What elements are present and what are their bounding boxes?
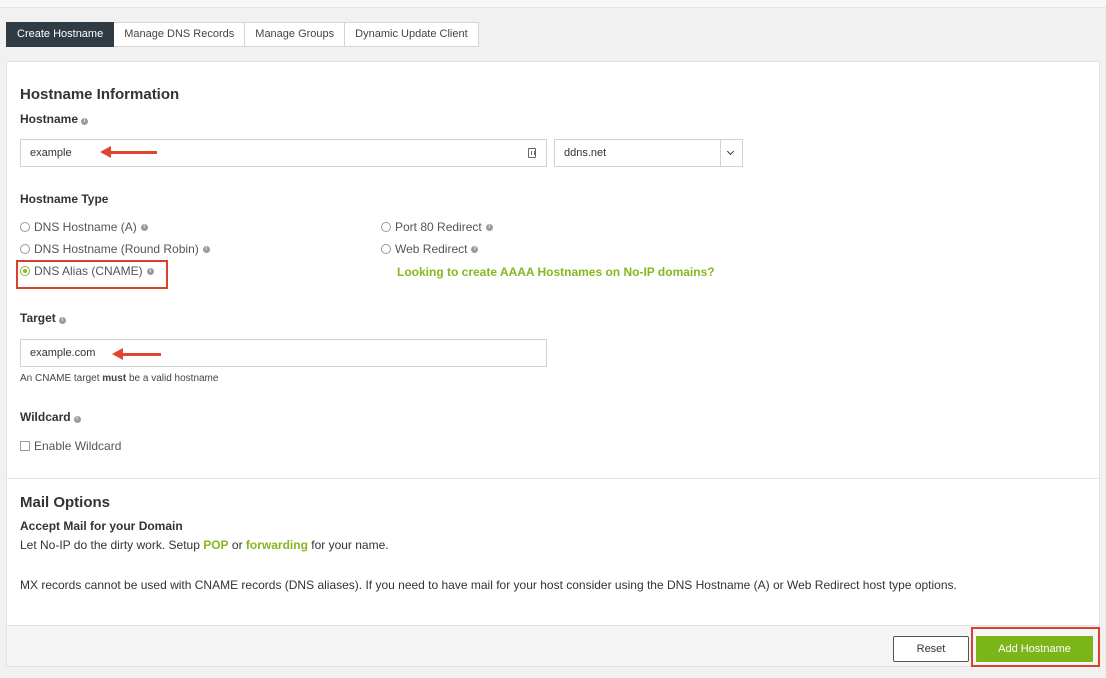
forwarding-link[interactable]: forwarding: [246, 538, 308, 552]
help-text-suffix: be a valid hostname: [126, 373, 219, 384]
domain-select[interactable]: ddns.net: [554, 139, 743, 167]
target-input[interactable]: example.com: [20, 339, 547, 367]
form-footer: Reset Add Hostname: [7, 625, 1099, 666]
red-arrow-annotation: [100, 146, 157, 158]
hostname-label-row: Hostname i: [20, 112, 89, 126]
enable-wildcard-label: Enable Wildcard: [34, 439, 122, 453]
radio-dns-hostname-a[interactable]: DNS Hostname (A) i: [20, 220, 148, 234]
create-hostname-panel: Hostname Information Hostname i example d…: [6, 61, 1100, 667]
contact-card-icon: [528, 148, 536, 158]
info-icon[interactable]: i: [485, 223, 493, 231]
hostname-information-heading: Hostname Information: [20, 86, 180, 103]
radio-label: DNS Hostname (A): [34, 220, 137, 234]
enable-wildcard-checkbox[interactable]: [20, 441, 30, 451]
mail-options-heading: Mail Options: [20, 494, 110, 511]
aaaa-hostnames-link[interactable]: Looking to create AAAA Hostnames on No-I…: [397, 265, 715, 279]
target-help-text: An CNAME target must be a valid hostname: [20, 373, 218, 384]
tab-create-hostname[interactable]: Create Hostname: [6, 22, 115, 47]
tab-manage-dns-records[interactable]: Manage DNS Records: [114, 22, 246, 47]
radio-button[interactable]: [20, 222, 30, 232]
accept-mail-subtitle: Accept Mail for your Domain: [20, 519, 183, 533]
enable-wildcard-checkbox-row[interactable]: Enable Wildcard: [20, 439, 121, 453]
info-icon[interactable]: i: [140, 223, 148, 231]
section-divider: [7, 478, 1099, 479]
mail-line-prefix: Let No-IP do the dirty work. Setup: [20, 538, 204, 552]
tab-bar: Create Hostname Manage DNS Records Manag…: [6, 22, 479, 47]
top-strip: [0, 0, 1106, 8]
mail-line-suffix: for your name.: [307, 538, 389, 552]
hostname-type-label: Hostname Type: [20, 192, 109, 206]
red-arrow-annotation: [112, 348, 161, 360]
tab-manage-groups[interactable]: Manage Groups: [245, 22, 346, 47]
domain-select-value: ddns.net: [564, 147, 607, 159]
target-input-value: example.com: [30, 347, 96, 359]
help-text-bold: must: [102, 373, 127, 384]
chevron-down-icon[interactable]: [720, 140, 742, 166]
radio-label: Port 80 Redirect: [395, 220, 482, 234]
radio-button[interactable]: [20, 244, 30, 254]
target-label-row: Target i: [20, 311, 66, 325]
radio-port-80-redirect[interactable]: Port 80 Redirect i: [381, 220, 493, 234]
mail-setup-line: Let No-IP do the dirty work. Setup POP o…: [20, 538, 389, 552]
radio-label: Web Redirect: [395, 242, 468, 256]
target-label: Target: [20, 311, 56, 325]
pop-link[interactable]: POP: [203, 538, 228, 552]
wildcard-label: Wildcard: [20, 410, 71, 424]
mx-records-note: MX records cannot be used with CNAME rec…: [20, 578, 957, 592]
radio-button[interactable]: [381, 222, 391, 232]
red-box-annotation: [971, 627, 1100, 667]
info-icon[interactable]: i: [81, 118, 89, 125]
radio-web-redirect[interactable]: Web Redirect i: [381, 242, 479, 256]
radio-button[interactable]: [381, 244, 391, 254]
radio-label: DNS Hostname (Round Robin): [34, 242, 199, 256]
reset-button[interactable]: Reset: [893, 636, 969, 662]
wildcard-label-row: Wildcard i: [20, 410, 81, 424]
info-icon[interactable]: i: [471, 245, 479, 253]
hostname-input-value: example: [30, 147, 72, 159]
mail-or-text: or: [228, 538, 246, 552]
radio-dns-hostname-round-robin[interactable]: DNS Hostname (Round Robin) i: [20, 242, 210, 256]
info-icon[interactable]: i: [58, 317, 66, 324]
info-icon[interactable]: i: [202, 245, 210, 253]
tab-dynamic-update-client[interactable]: Dynamic Update Client: [345, 22, 479, 47]
help-text-prefix: An CNAME target: [20, 373, 103, 384]
info-icon[interactable]: i: [73, 416, 81, 423]
hostname-label: Hostname: [20, 112, 79, 126]
red-box-annotation: [16, 260, 168, 289]
